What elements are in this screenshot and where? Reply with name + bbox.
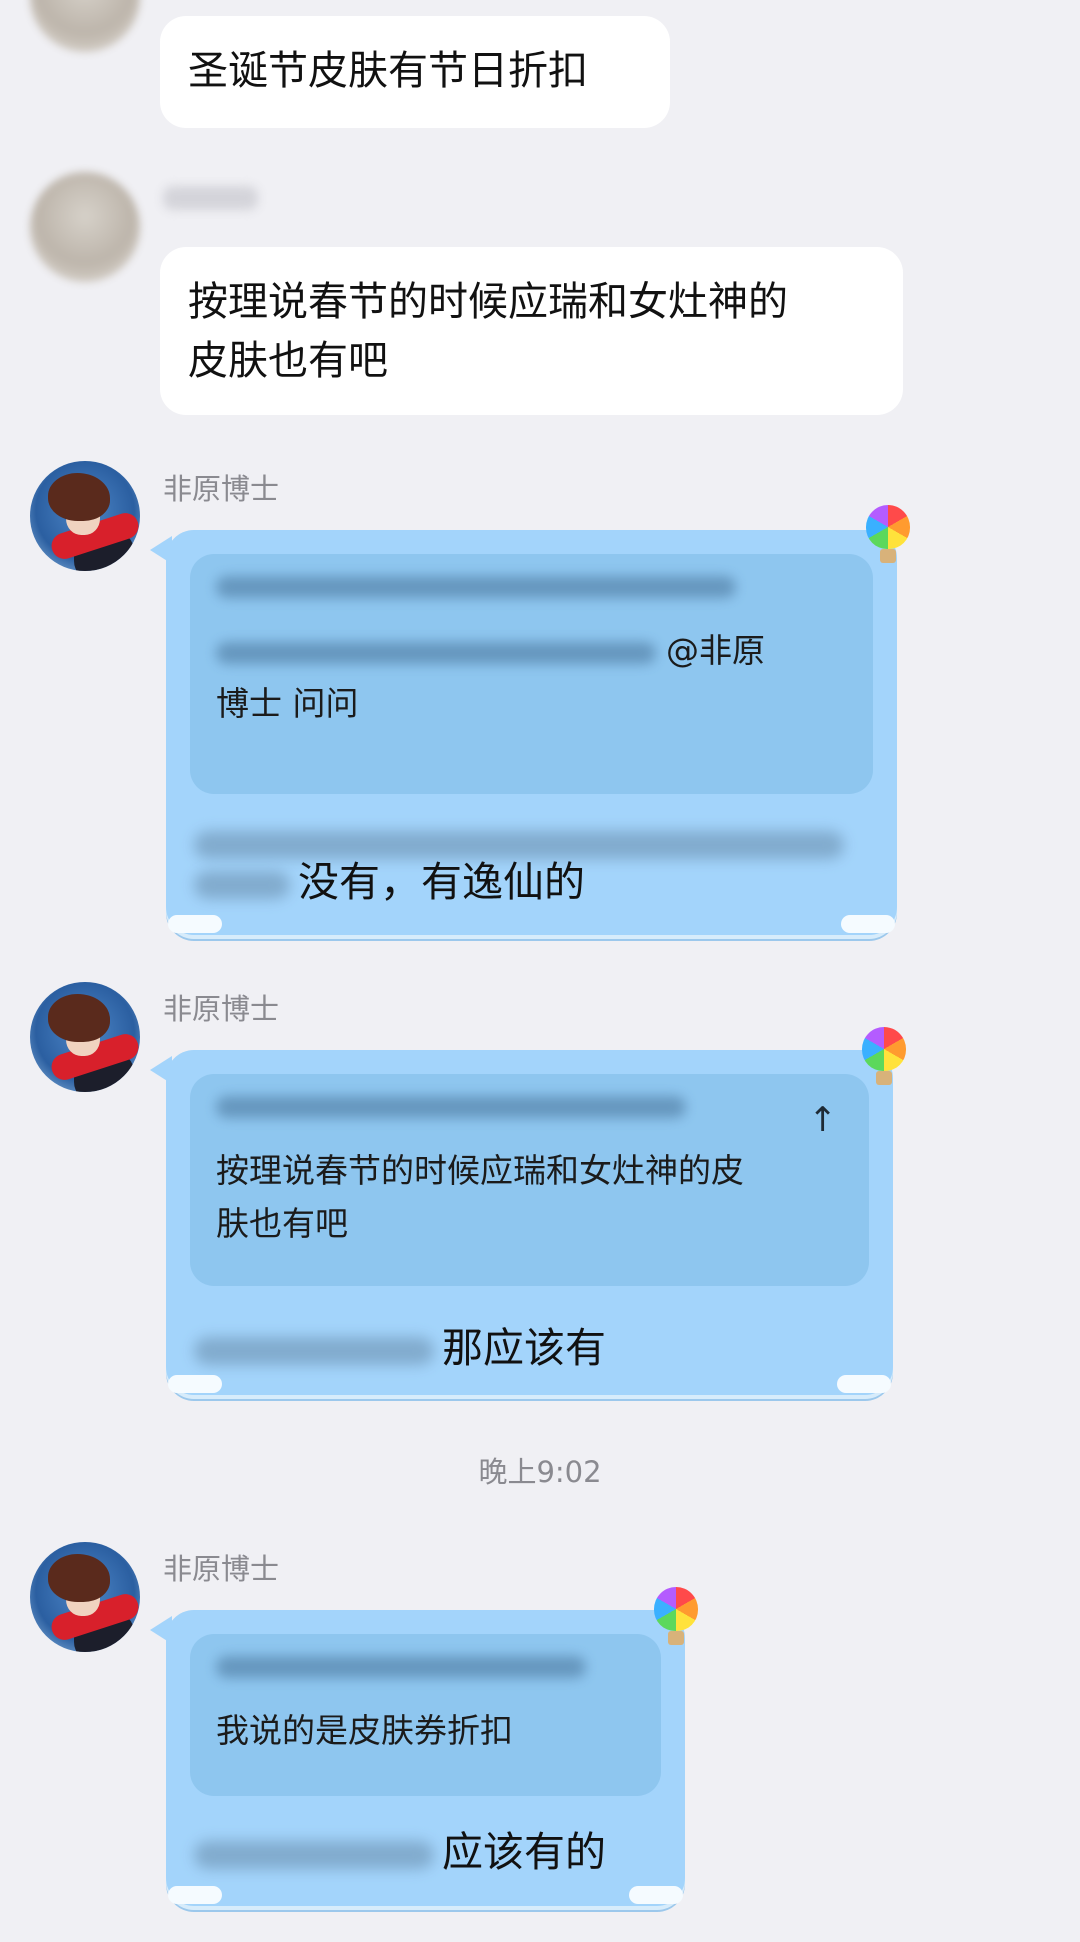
- reply-line: 应该有的: [194, 1822, 606, 1882]
- reply-text: 应该有的: [442, 1828, 606, 1876]
- blurred-mention: [194, 871, 290, 899]
- message-bubble[interactable]: 圣诞节皮肤有节日折扣: [160, 16, 670, 128]
- bubble-decoration: [168, 915, 222, 933]
- blurred-mention: [194, 1841, 434, 1869]
- blurred-quote-header: [216, 576, 736, 598]
- sender-name: 非原博士: [163, 472, 280, 506]
- reply-line: 那应该有: [194, 1318, 606, 1378]
- quoted-text-line: 按理说春节的时候应瑞和女灶神的皮: [216, 1151, 744, 1190]
- sender-name: 非原博士: [163, 1552, 280, 1586]
- hot-air-balloon-icon: [654, 1587, 698, 1645]
- bubble-tail: [150, 1616, 172, 1644]
- avatar[interactable]: [30, 1542, 140, 1652]
- quoted-text-line: @非原: [666, 631, 765, 670]
- avatar[interactable]: [30, 982, 140, 1092]
- bubble-decoration: [168, 1375, 222, 1393]
- bubble-tail: [150, 1056, 172, 1084]
- reply-bubble[interactable]: @非原 博士 问问 没有，有逸仙的: [150, 530, 897, 935]
- bubble-decoration: [629, 1886, 683, 1904]
- hot-air-balloon-icon: [862, 1027, 906, 1085]
- quoted-text-line: 我说的是皮肤券折扣: [216, 1711, 513, 1750]
- hot-air-balloon-icon: [866, 505, 910, 563]
- reply-line-2: 没有，有逸仙的: [194, 852, 585, 912]
- message-bubble[interactable]: 按理说春节的时候应瑞和女灶神的 皮肤也有吧: [160, 247, 903, 415]
- avatar[interactable]: [30, 172, 140, 282]
- quoted-message[interactable]: ↑ 按理说春节的时候应瑞和女灶神的皮 肤也有吧: [190, 1074, 869, 1286]
- quoted-text: @非原: [216, 624, 847, 677]
- timestamp: 晚上9:02: [478, 1455, 602, 1489]
- quoted-meta: ↑: [216, 1096, 843, 1140]
- bubble-tail: [150, 536, 172, 564]
- quoted-text-line: 博士 问问: [216, 684, 359, 723]
- sender-name: 非原博士: [163, 992, 280, 1026]
- quoted-meta: [216, 576, 847, 614]
- quoted-meta: [216, 1656, 635, 1694]
- bubble-decoration: [841, 915, 895, 933]
- message-text-line: 皮肤也有吧: [188, 338, 388, 384]
- pin-icon[interactable]: ↑: [809, 1100, 838, 1140]
- blurred-quote-header: [216, 1656, 586, 1678]
- quoted-text-line: 肤也有吧: [216, 1204, 348, 1243]
- sender-name-blurred: [163, 186, 258, 210]
- message-text: 圣诞节皮肤有节日折扣: [188, 48, 588, 94]
- blurred-mention: [194, 1337, 434, 1365]
- bubble-decoration: [168, 1886, 222, 1904]
- blurred-mentions: [216, 641, 656, 664]
- reply-bubble[interactable]: ↑ 按理说春节的时候应瑞和女灶神的皮 肤也有吧 那应该有: [150, 1050, 893, 1395]
- reply-text: 那应该有: [442, 1324, 606, 1372]
- reply-bubble[interactable]: 我说的是皮肤券折扣 应该有的: [150, 1610, 685, 1906]
- quoted-message[interactable]: 我说的是皮肤券折扣: [190, 1634, 661, 1796]
- quoted-message[interactable]: @非原 博士 问问: [190, 554, 873, 794]
- avatar[interactable]: [30, 461, 140, 571]
- avatar[interactable]: [30, 0, 140, 52]
- reply-text: 没有，有逸仙的: [298, 858, 585, 906]
- message-text-line: 按理说春节的时候应瑞和女灶神的: [188, 279, 788, 325]
- bubble-decoration: [837, 1375, 891, 1393]
- blurred-quote-header: [216, 1096, 686, 1118]
